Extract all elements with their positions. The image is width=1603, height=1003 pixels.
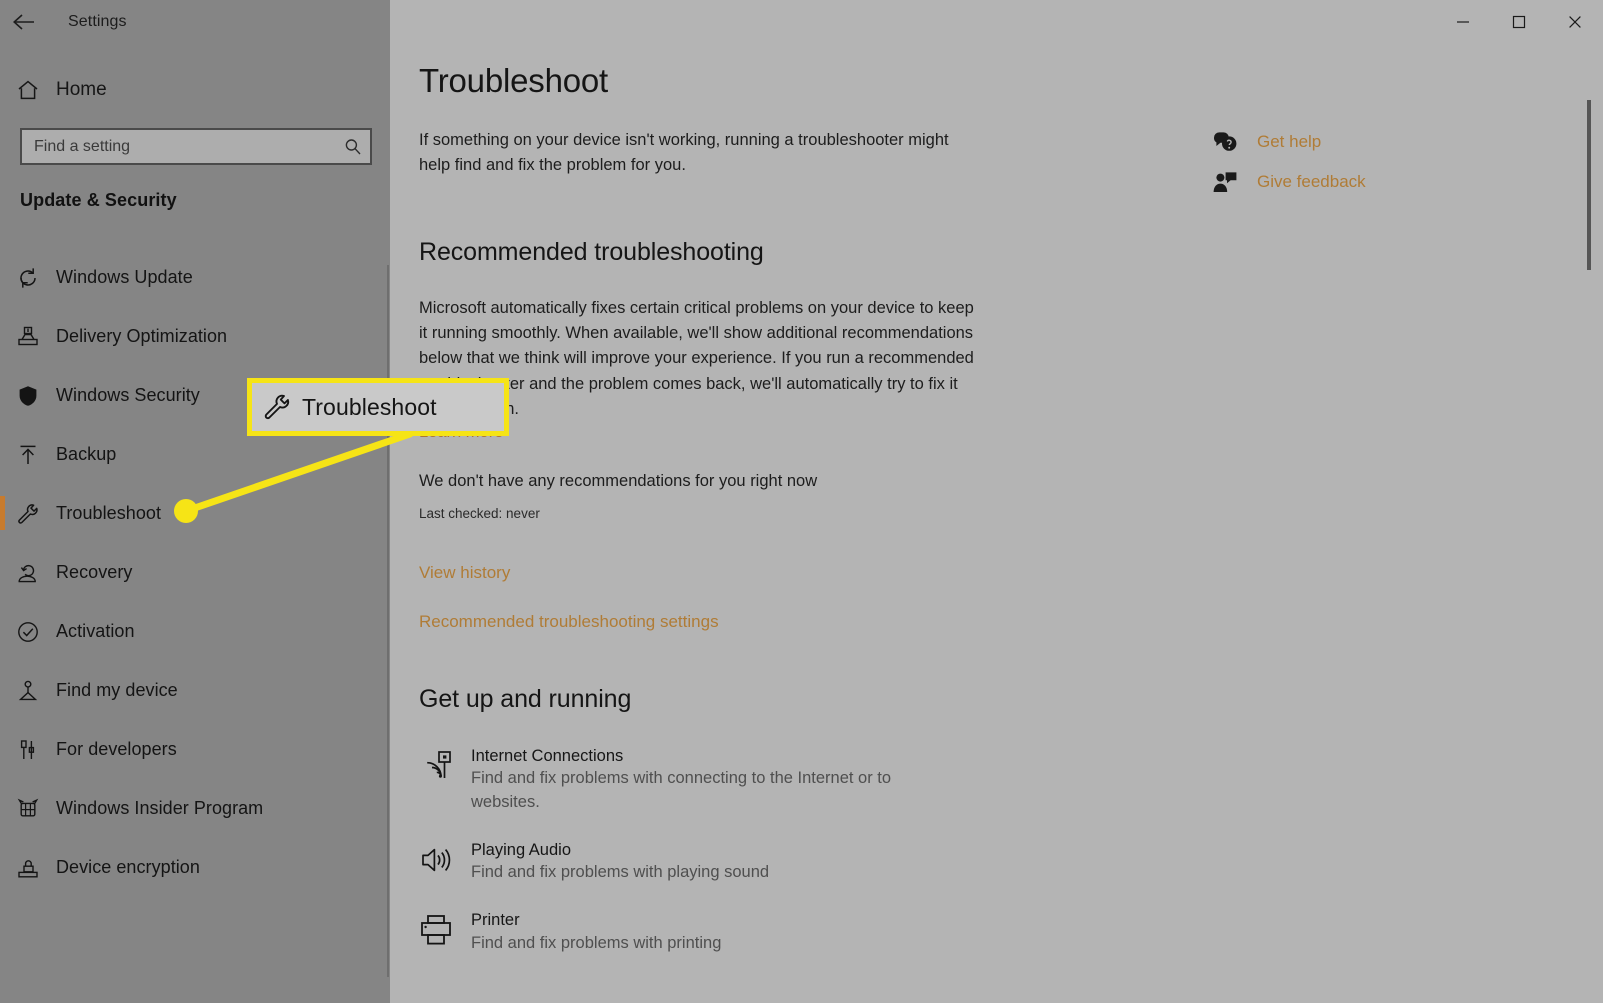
list-item[interactable]: Playing Audio Find and fix problems with… (419, 839, 1019, 885)
list-item[interactable]: Internet Connections Find and fix proble… (419, 745, 1019, 815)
titlebar: Settings (0, 0, 390, 44)
recommended-troubleshooting-heading: Recommended troubleshooting (419, 238, 764, 266)
sidebar-item-label: Backup (56, 444, 117, 464)
callout-label: Troubleshoot (302, 393, 437, 420)
back-arrow-icon[interactable] (0, 0, 48, 44)
sidebar-item-label: Windows Update (56, 267, 193, 287)
shield-icon (0, 384, 56, 408)
sidebar-category-title: Update & Security (20, 190, 177, 210)
lock-drive-icon (0, 856, 56, 880)
sidebar-item-delivery-optimization[interactable]: Delivery Optimization (0, 307, 390, 366)
sidebar-item-label: Windows Security (56, 385, 200, 405)
sidebar-item-label: Find my device (56, 680, 178, 700)
sidebar-item-windows-update[interactable]: Windows Update (0, 248, 390, 307)
app-title: Settings (68, 13, 127, 30)
printer-icon (419, 909, 471, 955)
sidebar-item-for-developers[interactable]: For developers (0, 720, 390, 779)
sidebar-item-home-label: Home (56, 79, 107, 100)
check-circle-icon (0, 620, 56, 644)
page-title: Troubleshoot (419, 62, 608, 99)
maximize-icon[interactable] (1491, 0, 1547, 44)
sidebar-item-label: Windows Insider Program (56, 798, 264, 818)
sidebar-item-windows-insider-program[interactable]: Windows Insider Program (0, 779, 390, 838)
sidebar-item-label: Troubleshoot (56, 503, 161, 523)
delivery-icon (0, 325, 56, 349)
recommended-troubleshooting-settings-link[interactable]: Recommended troubleshooting settings (419, 612, 719, 632)
speaker-icon (419, 839, 471, 885)
get-up-and-running-heading: Get up and running (419, 685, 632, 713)
sidebar-item-label: Delivery Optimization (56, 326, 228, 346)
search-icon[interactable] (336, 137, 370, 157)
get-help-link[interactable]: Get help (1205, 122, 1405, 162)
find-device-icon (0, 679, 56, 703)
wifi-signal-icon (419, 745, 471, 815)
sidebar: Settings Home Update & Security (0, 0, 390, 1003)
troubleshooter-list: Internet Connections Find and fix proble… (419, 745, 1019, 979)
settings-window: Settings Home Update & Security (0, 0, 1603, 1003)
close-icon[interactable] (1547, 0, 1603, 44)
sidebar-item-label: For developers (56, 739, 177, 759)
sidebar-item-troubleshoot[interactable]: Troubleshoot (0, 484, 390, 543)
sidebar-item-recovery[interactable]: Recovery (0, 543, 390, 602)
tools-icon (0, 738, 56, 762)
recovery-icon (0, 561, 56, 585)
list-item[interactable]: Printer Find and fix problems with print… (419, 909, 1019, 955)
home-icon (0, 78, 56, 102)
sidebar-item-device-encryption[interactable]: Device encryption (0, 838, 390, 897)
upload-arrow-icon (0, 443, 56, 467)
troubleshooter-description: Find and fix problems with playing sound (471, 863, 770, 882)
feedback-person-icon (1205, 170, 1245, 194)
give-feedback-link[interactable]: Give feedback (1205, 162, 1405, 202)
sidebar-item-label: Activation (56, 621, 135, 641)
troubleshooter-description: Find and fix problems with printing (471, 933, 722, 952)
wrench-icon (0, 502, 56, 526)
main-scrollbar[interactable] (1587, 100, 1591, 270)
give-feedback-label: Give feedback (1257, 172, 1366, 191)
sync-icon (0, 266, 56, 290)
troubleshooter-name: Internet Connections (471, 747, 624, 765)
insider-bug-icon (0, 797, 56, 821)
main-content: Troubleshoot If something on your device… (390, 0, 1603, 1003)
troubleshooter-name: Playing Audio (471, 841, 571, 860)
view-history-link[interactable]: View history (419, 563, 510, 583)
troubleshooter-name: Printer (471, 911, 520, 930)
callout-troubleshoot: Troubleshoot (247, 378, 509, 436)
sidebar-item-label: Device encryption (56, 857, 200, 877)
minimize-icon[interactable] (1435, 0, 1491, 44)
no-recommendations-text: We don't have any recommendations for yo… (419, 472, 818, 490)
sidebar-nav-list: Windows Update Delivery Optimization Win… (0, 248, 390, 1003)
sidebar-item-find-my-device[interactable]: Find my device (0, 661, 390, 720)
sidebar-scrollbar[interactable] (387, 265, 389, 977)
sidebar-item-activation[interactable]: Activation (0, 602, 390, 661)
intro-paragraph: If something on your device isn't workin… (419, 131, 949, 175)
sidebar-item-home[interactable]: Home (0, 68, 390, 112)
sidebar-item-label: Recovery (56, 562, 133, 582)
last-checked-text: Last checked: never (419, 506, 540, 521)
wrench-icon (252, 392, 302, 422)
search-box[interactable] (20, 128, 372, 165)
troubleshooter-description: Find and fix problems with connecting to… (471, 769, 892, 812)
get-help-label: Get help (1257, 132, 1322, 151)
help-links: Get help Give feedback (1205, 122, 1405, 202)
window-controls (1435, 0, 1603, 44)
question-bubble-icon (1205, 130, 1245, 154)
search-input[interactable] (22, 137, 336, 156)
